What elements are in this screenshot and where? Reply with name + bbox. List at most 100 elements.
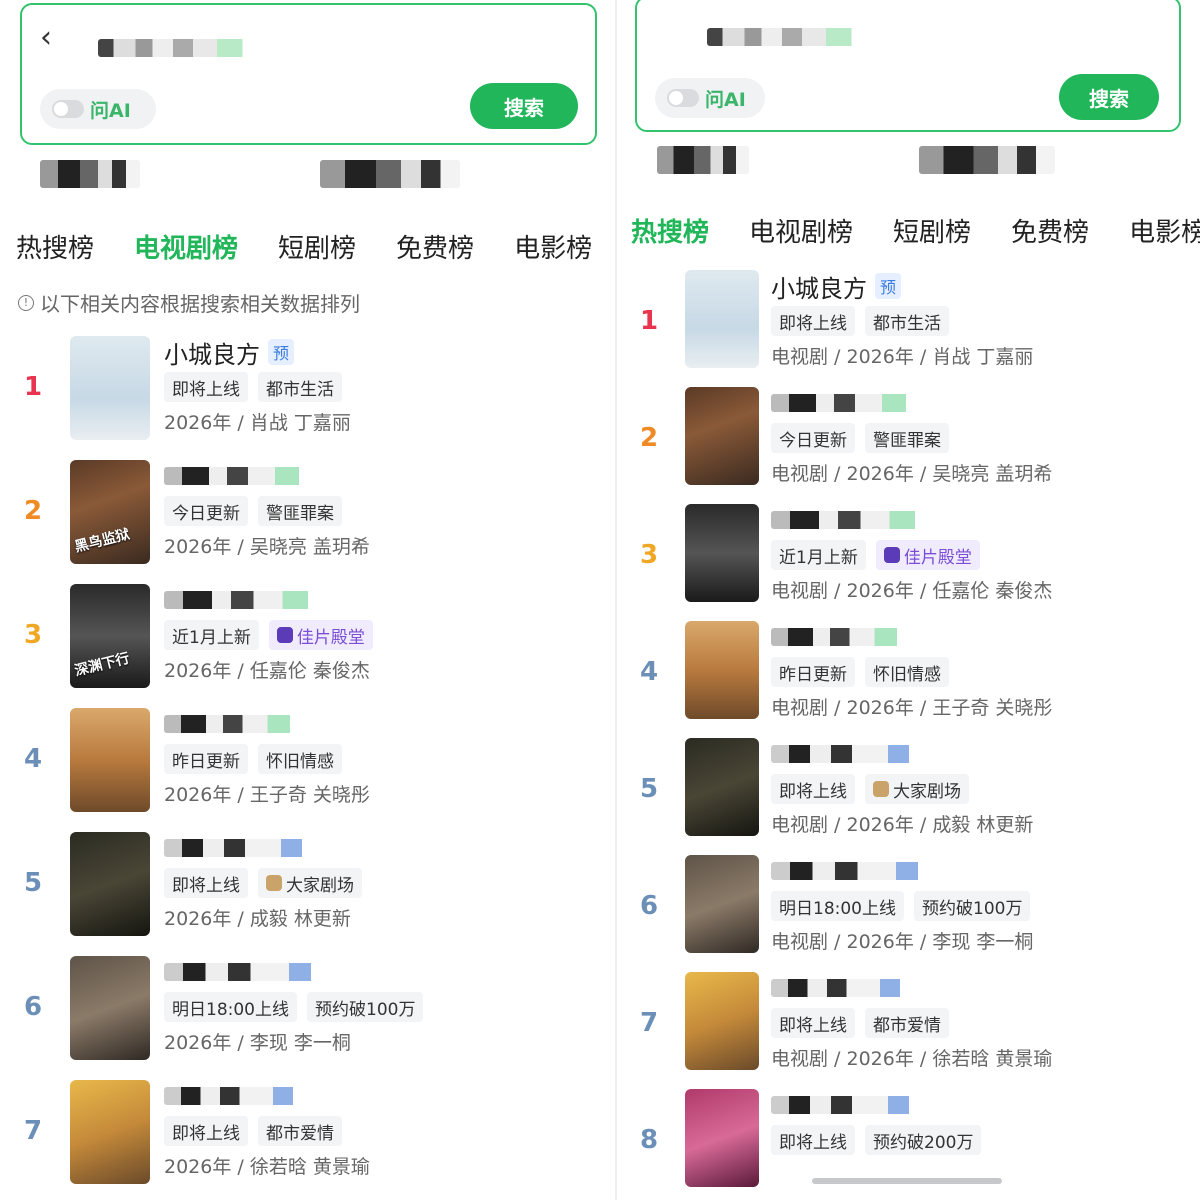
tab-0[interactable]: 热搜榜	[631, 212, 709, 249]
toggle-switch-icon[interactable]	[52, 100, 84, 118]
title-line: 小城良方预	[164, 335, 351, 370]
ask-ai-toggle[interactable]: 问AI	[40, 89, 156, 129]
tag-label: 即将上线	[779, 313, 847, 334]
search-input-blurred[interactable]	[707, 28, 877, 46]
poster-image[interactable]: 深渊下行	[70, 584, 150, 688]
tab-3[interactable]: 免费榜	[396, 228, 474, 265]
preview-badge: 预	[268, 339, 295, 365]
blurred-suggestion[interactable]	[657, 146, 749, 174]
tag-label: 即将上线	[779, 1015, 847, 1036]
list-item[interactable]: 4 昨日更新 怀旧情感 电视剧 / 2026年 / 王子奇 关晓彤	[617, 621, 1200, 731]
blurred-suggestion[interactable]	[919, 146, 1055, 174]
list-item[interactable]: 1 小城良方预即将上线 都市生活 2026年 / 肖战 丁嘉丽	[0, 336, 617, 446]
list-item[interactable]: 6 明日18:00上线 预约破100万 电视剧 / 2026年 / 李现 李一桐	[617, 855, 1200, 965]
blurred-title[interactable]	[771, 628, 911, 646]
blurred-title[interactable]	[771, 1096, 921, 1114]
blurred-title[interactable]	[771, 862, 931, 880]
tab-0[interactable]: 热搜榜	[16, 228, 94, 265]
search-box[interactable]: ‹ 问AI 搜索	[20, 3, 597, 145]
list-item[interactable]: 6 明日18:00上线 预约破100万 2026年 / 李现 李一桐	[0, 956, 617, 1066]
poster-image[interactable]: 黑鸟监狱	[70, 460, 150, 564]
poster-image[interactable]	[685, 270, 759, 368]
tag-label: 警匪罪案	[873, 430, 941, 451]
ask-ai-toggle[interactable]: 问AI	[655, 78, 765, 118]
tag-label: 明日18:00上线	[779, 898, 896, 919]
list-item[interactable]: 2 黑鸟监狱 今日更新 警匪罪案 2026年 / 吴晓亮 盖玥希	[0, 460, 617, 570]
tag-chip: 警匪罪案	[865, 423, 949, 453]
tab-2[interactable]: 短剧榜	[893, 212, 971, 249]
toggle-switch-icon[interactable]	[667, 89, 699, 107]
search-box[interactable]: 问AI 搜索	[635, 0, 1181, 132]
poster-image[interactable]	[70, 1080, 150, 1184]
tab-2[interactable]: 短剧榜	[278, 228, 356, 265]
rank-number: 2	[23, 496, 43, 526]
tab-1[interactable]: 电视剧榜	[749, 212, 853, 249]
blurred-title[interactable]	[771, 745, 921, 763]
title-line	[164, 460, 370, 492]
list-item[interactable]: 4 昨日更新 怀旧情感 2026年 / 王子奇 关晓彤	[0, 708, 617, 818]
tag-label: 即将上线	[172, 1123, 240, 1144]
search-button[interactable]: 搜索	[470, 83, 578, 129]
list-item[interactable]: 3 近1月上新 佳片殿堂 电视剧 / 2026年 / 任嘉伦 秦俊杰	[617, 504, 1200, 614]
list-item[interactable]: 3 深渊下行 近1月上新 佳片殿堂 2026年 / 任嘉伦 秦俊杰	[0, 584, 617, 694]
poster-image[interactable]	[685, 504, 759, 602]
poster-image[interactable]	[70, 832, 150, 936]
poster-image[interactable]	[685, 972, 759, 1070]
tab-3[interactable]: 免费榜	[1011, 212, 1089, 249]
tag-label: 都市爱情	[266, 1123, 334, 1144]
tab-1[interactable]: 电视剧榜	[134, 228, 238, 265]
blurred-title[interactable]	[164, 839, 314, 857]
blurred-title[interactable]	[164, 591, 324, 609]
blurred-suggestion[interactable]	[320, 160, 460, 188]
list-item[interactable]: 7 即将上线 都市爱情 2026年 / 徐若晗 黄景瑜	[0, 1080, 617, 1190]
tag-chip: 即将上线	[771, 774, 855, 804]
theater-badge-icon	[883, 547, 900, 563]
item-meta: 2026年 / 肖战 丁嘉丽	[164, 412, 351, 434]
title-line	[771, 621, 1052, 653]
tag-chip: 即将上线	[771, 1008, 855, 1038]
blurred-title[interactable]	[771, 979, 911, 997]
poster-image[interactable]	[685, 855, 759, 953]
search-input-blurred[interactable]	[98, 39, 268, 57]
show-title[interactable]: 小城良方	[164, 335, 260, 370]
list-item[interactable]: 2 今日更新 警匪罪案 电视剧 / 2026年 / 吴晓亮 盖玥希	[617, 387, 1200, 497]
tag-row: 昨日更新 怀旧情感	[164, 744, 370, 774]
blurred-title[interactable]	[771, 511, 931, 529]
poster-image[interactable]	[685, 621, 759, 719]
tag-chip: 即将上线	[164, 868, 248, 898]
chevron-left-icon[interactable]: ‹	[40, 23, 52, 53]
list-item[interactable]: 5 即将上线 大家剧场 2026年 / 成毅 林更新	[0, 832, 617, 942]
blurred-title[interactable]	[164, 715, 304, 733]
tag-label: 警匪罪案	[266, 503, 334, 524]
item-meta: 电视剧 / 2026年 / 成毅 林更新	[771, 814, 1034, 836]
tag-label: 今日更新	[779, 430, 847, 451]
tab-4[interactable]: 电影榜	[1129, 212, 1200, 249]
blurred-suggestion[interactable]	[40, 160, 140, 188]
item-info: 明日18:00上线 预约破100万 电视剧 / 2026年 / 李现 李一桐	[771, 855, 1033, 954]
list-item[interactable]: 7 即将上线 都市爱情 电视剧 / 2026年 / 徐若晗 黄景瑜	[617, 972, 1200, 1082]
item-info: 近1月上新 佳片殿堂 电视剧 / 2026年 / 任嘉伦 秦俊杰	[771, 504, 1052, 603]
blurred-title[interactable]	[164, 467, 314, 485]
list-item[interactable]: 1 小城良方预即将上线 都市生活 电视剧 / 2026年 / 肖战 丁嘉丽	[617, 270, 1200, 380]
tag-chip: 即将上线	[164, 372, 248, 402]
scroll-indicator[interactable]	[812, 1178, 1002, 1184]
tag-label: 佳片殿堂	[296, 627, 365, 648]
search-button[interactable]: 搜索	[1059, 74, 1159, 120]
blurred-title[interactable]	[164, 1087, 304, 1105]
rank-number: 1	[23, 372, 43, 402]
title-line	[771, 387, 1052, 419]
rank-number: 2	[639, 423, 659, 453]
poster-image[interactable]	[70, 708, 150, 812]
show-title[interactable]: 小城良方	[771, 269, 867, 304]
poster-image[interactable]	[70, 336, 150, 440]
preview-badge: 预	[875, 273, 902, 299]
blurred-title[interactable]	[164, 963, 324, 981]
poster-image[interactable]	[685, 738, 759, 836]
right-screenshot: 问AI 搜索 热搜榜 电视剧榜 短剧榜 免费榜 电影榜 1 小城良方预即将上线 都市生活 电视…	[617, 0, 1200, 1200]
poster-image[interactable]	[685, 387, 759, 485]
list-item[interactable]: 5 即将上线 大家剧场 电视剧 / 2026年 / 成毅 林更新	[617, 738, 1200, 848]
poster-image[interactable]	[685, 1089, 759, 1187]
poster-image[interactable]	[70, 956, 150, 1060]
tab-4[interactable]: 电影榜	[514, 228, 592, 265]
blurred-title[interactable]	[771, 394, 921, 412]
